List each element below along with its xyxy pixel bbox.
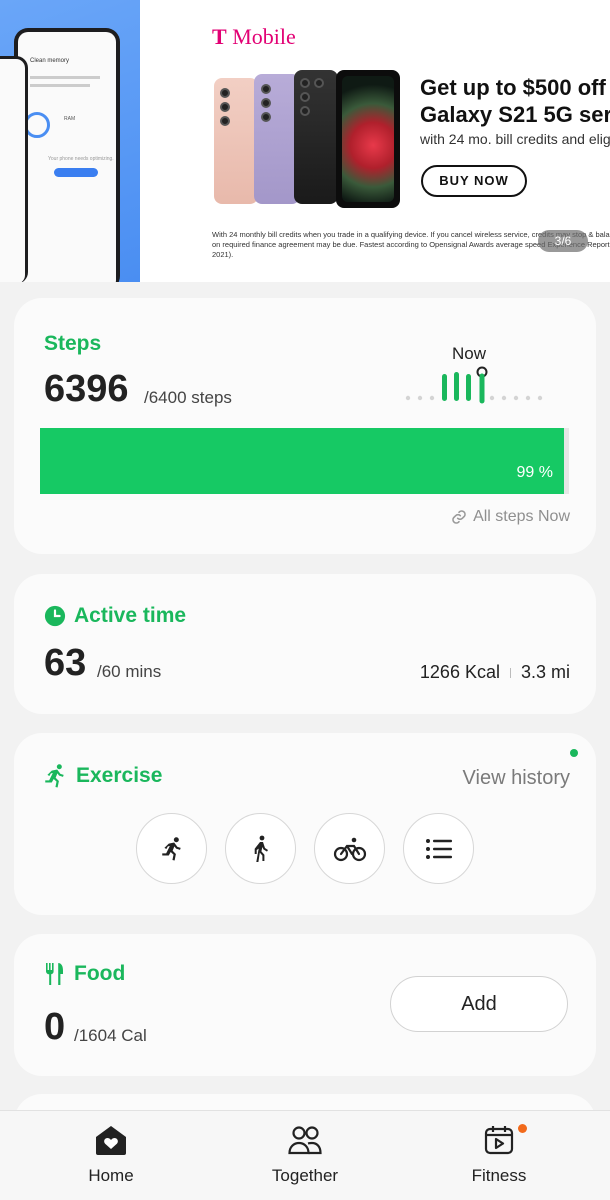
exercise-cycling-button[interactable] [314, 813, 385, 884]
calories-value: 1266 Kcal [419, 662, 500, 682]
nav-home[interactable]: Home [41, 1125, 181, 1186]
ad-banner[interactable]: Clean memory RAM Your phone needs optimi… [0, 0, 610, 282]
exercise-walking-button[interactable] [225, 813, 296, 884]
tmobile-logo: T Mobile [212, 24, 296, 49]
active-time-count: 63 [44, 642, 87, 684]
optimize-text: Your phone needs optimizing. [48, 156, 114, 162]
steps-count: 6396 [44, 368, 129, 410]
fork-knife-icon [46, 963, 63, 985]
list-icon [425, 838, 452, 859]
fitness-video-icon [484, 1126, 514, 1155]
active-time-card[interactable]: Active time 63 /60 mins 1266 Kcal 3.3 mi [14, 574, 596, 714]
exercise-running-button[interactable] [136, 813, 207, 884]
clean-memory-title: Clean memory [30, 58, 70, 64]
exercise-list-button[interactable] [403, 813, 474, 884]
exercise-title: Exercise [76, 764, 163, 787]
active-time-title: Active time [74, 604, 187, 627]
ram-label: RAM [64, 116, 76, 122]
ad-subline: with 24 mo. bill credits and eligible tr… [420, 131, 610, 147]
fitness-notification-dot [518, 1124, 527, 1133]
steps-hourly-chart [405, 366, 543, 404]
stats-divider [509, 667, 511, 678]
phone-image: Clean memory RAM Your phone needs optimi… [14, 28, 120, 282]
active-time-header: Active time [44, 604, 186, 628]
exercise-header: Exercise [42, 763, 162, 789]
walking-icon [254, 835, 268, 862]
active-time-stats: 1266 Kcal 3.3 mi [420, 662, 570, 683]
running-icon [45, 764, 64, 788]
nav-fitness-label: Fitness [471, 1166, 527, 1185]
exercise-card[interactable]: Exercise View history [14, 733, 596, 915]
distance-value: 3.3 mi [520, 662, 570, 682]
clock-icon [44, 605, 66, 627]
now-label: Now [452, 344, 487, 363]
bottom-navigation: Home Together Fitness [0, 1110, 610, 1200]
steps-goal: /6400 steps [144, 388, 232, 407]
free-up-button [54, 168, 98, 177]
all-steps-link[interactable]: All steps Now [451, 508, 570, 526]
steps-card[interactable]: Steps 6396 /6400 steps Now 99 % All step… [14, 298, 596, 554]
food-header: Food [44, 962, 125, 986]
steps-progress-bar: 99 % [40, 428, 569, 494]
notification-dot [570, 749, 578, 757]
link-icon [452, 510, 466, 524]
ad-left-panel: Clean memory RAM Your phone needs optimi… [0, 0, 140, 282]
food-title: Food [74, 962, 126, 985]
nav-fitness[interactable]: Fitness [429, 1125, 569, 1186]
active-time-goal: /60 mins [97, 662, 162, 681]
exercise-quick-buttons [136, 813, 474, 884]
food-add-button[interactable]: Add [390, 976, 568, 1032]
steps-progress-fill [40, 428, 564, 494]
ad-content: T Mobile Get up to $500 off Galaxy S21 5… [140, 0, 610, 282]
ad-pager: 3/6 [538, 230, 588, 252]
running-icon [161, 836, 181, 860]
food-goal: /1604 Cal [74, 1026, 147, 1045]
nav-together[interactable]: Together [235, 1125, 375, 1186]
people-icon [288, 1126, 322, 1155]
buy-now-button[interactable]: BUY NOW [421, 165, 527, 197]
food-count: 0 [44, 1006, 66, 1048]
nav-together-label: Together [271, 1166, 339, 1185]
food-card[interactable]: Food 0 /1604 Cal Add [14, 934, 596, 1076]
cycling-icon [333, 837, 366, 861]
ad-headline: Get up to $500 off Galaxy S21 5G series [420, 75, 610, 127]
home-heart-icon [96, 1126, 126, 1155]
steps-title: Steps [44, 332, 102, 355]
galaxy-phones-image [214, 70, 400, 208]
all-steps-label: All steps Now [473, 508, 570, 525]
phone-image-front [0, 56, 28, 282]
nav-home-label: Home [88, 1166, 134, 1185]
steps-progress-label: 99 % [516, 464, 553, 481]
view-history-link[interactable]: View history [463, 767, 570, 790]
